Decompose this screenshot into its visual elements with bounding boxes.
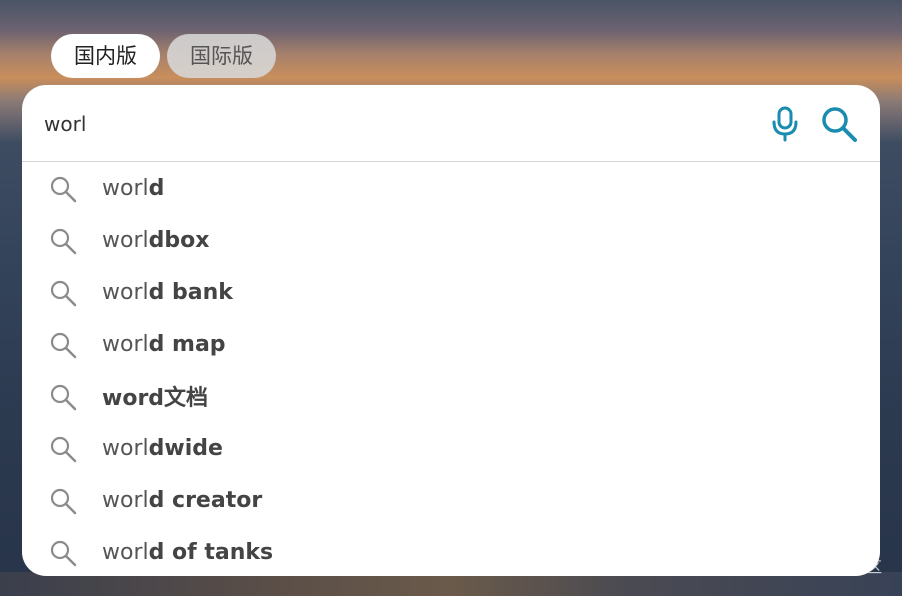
suggestion-completion: d creator [148, 487, 263, 513]
search-icon[interactable] [820, 105, 858, 143]
suggestion-item[interactable]: world [22, 162, 880, 214]
search-icon [50, 436, 77, 463]
suggestion-prefix: worl [102, 175, 149, 201]
suggestion-prefix: worl [102, 279, 149, 305]
suggestion-text: world creator [102, 488, 262, 513]
suggestion-prefix: worl [102, 227, 149, 253]
suggestion-prefix: worl [102, 435, 149, 461]
suggestion-completion: dbox [148, 227, 210, 253]
suggestion-completion: d of tanks [148, 539, 274, 565]
suggestion-prefix: worl [102, 487, 149, 513]
search-scope-tabs: 国内版 国际版 [51, 34, 276, 78]
suggestion-item[interactable]: world creator [22, 474, 880, 526]
tab-domestic[interactable]: 国内版 [51, 34, 160, 78]
suggestion-item[interactable]: worldbox [22, 214, 880, 266]
watermark: @稀土掘金技术社区 [746, 558, 882, 576]
search-input[interactable] [44, 105, 744, 143]
microphone-icon[interactable] [770, 106, 800, 142]
suggestion-item[interactable]: worldwide [22, 422, 880, 474]
suggestion-completion: d [148, 175, 165, 201]
suggestion-item[interactable]: world bank [22, 266, 880, 318]
suggestion-text: world map [102, 332, 226, 357]
suggestion-prefix: worl [102, 331, 149, 357]
search-bar [22, 85, 880, 162]
suggestion-completion: d map [148, 331, 226, 357]
suggestion-completion: dwide [148, 435, 223, 461]
suggestion-text: world of tanks [102, 540, 273, 565]
search-panel: world worldbox world bank world map word… [22, 85, 880, 576]
suggestion-text: word文档 [102, 380, 208, 412]
suggestion-prefix: worl [102, 539, 149, 565]
search-icon [50, 384, 77, 411]
suggestion-completion: d bank [148, 279, 233, 305]
search-icon [50, 332, 77, 359]
search-icon [50, 488, 77, 515]
suggestion-item[interactable]: word文档 [22, 370, 880, 422]
tab-international[interactable]: 国际版 [167, 34, 276, 78]
suggestion-completion: word文档 [102, 386, 209, 411]
search-icon [50, 176, 77, 203]
suggestion-list: world worldbox world bank world map word… [22, 162, 880, 576]
suggestion-text: world [102, 176, 164, 201]
search-icon [50, 228, 77, 255]
suggestion-text: worldbox [102, 228, 209, 253]
suggestion-text: world bank [102, 280, 233, 305]
search-icon [50, 280, 77, 307]
suggestion-text: worldwide [102, 436, 223, 461]
suggestion-item[interactable]: world map [22, 318, 880, 370]
search-icon [50, 540, 77, 567]
